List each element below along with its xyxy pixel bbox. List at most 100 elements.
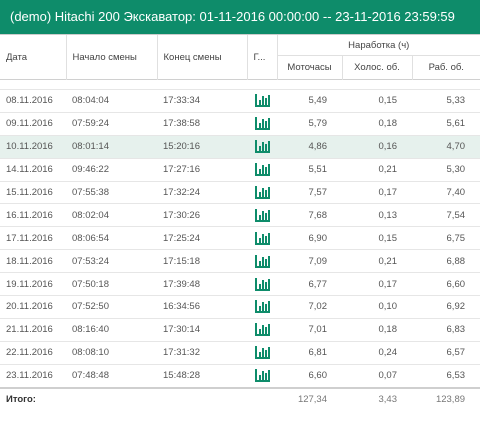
table-row[interactable]: 08.11.2016 08:04:04 17:33:34 5,49 0,15 5,33 (0, 89, 480, 113)
bar-chart-icon[interactable] (254, 369, 270, 383)
cell-date: 18.11.2016 (0, 249, 66, 274)
cell-engine-hours: 5,49 (277, 89, 342, 113)
cell-shift-start: 07:55:38 (66, 180, 157, 205)
cell-engine-hours: 7,57 (277, 180, 342, 205)
cell-date: 14.11.2016 (0, 157, 66, 182)
cell-work: 6,92 (412, 295, 480, 319)
table-row[interactable]: 22.11.2016 08:08:10 17:31:32 6,81 0,24 6,57 (0, 340, 480, 365)
cell-date: 16.11.2016 (0, 203, 66, 228)
cell-shift-start: 09:46:22 (66, 157, 157, 182)
bar-chart-icon[interactable] (254, 163, 270, 177)
cell-shift-end: 17:30:14 (157, 317, 247, 342)
cell-idle: 0,21 (342, 249, 412, 274)
cell-work: 5,33 (412, 89, 480, 113)
bar-chart-icon[interactable] (254, 231, 270, 245)
column-header-chart[interactable]: Г... (247, 35, 278, 80)
bar-chart-icon[interactable] (254, 277, 270, 291)
cell-shift-end: 17:30:26 (157, 203, 247, 228)
table-row[interactable]: 16.11.2016 08:02:04 17:30:26 7,68 0,13 7,54 (0, 203, 480, 228)
table-row[interactable]: 21.11.2016 08:16:40 17:30:14 7,01 0,18 6,83 (0, 317, 480, 342)
cell-chart (247, 134, 277, 159)
table-row[interactable]: 15.11.2016 07:55:38 17:32:24 7,57 0,17 7,40 (0, 180, 480, 205)
table-row[interactable]: 14.11.2016 09:46:22 17:27:16 5,51 0,21 5,30 (0, 157, 480, 182)
table-row[interactable]: 20.11.2016 07:52:50 16:34:56 7,02 0,10 6,92 (0, 295, 480, 319)
bar-chart-icon[interactable] (254, 300, 270, 314)
cell-chart (247, 272, 277, 297)
cell-work: 5,30 (412, 157, 480, 182)
cell-work: 5,61 (412, 111, 480, 136)
cell-work: 7,40 (412, 180, 480, 205)
totals-label: Итого: (0, 386, 277, 411)
cell-chart (247, 111, 277, 136)
report-window: (demo) Hitachi 200 Экскаватор: 01-11-201… (0, 0, 480, 435)
cell-shift-end: 17:33:34 (157, 89, 247, 113)
cell-work: 7,54 (412, 203, 480, 228)
cell-idle: 0,17 (342, 180, 412, 205)
cell-engine-hours: 6,81 (277, 340, 342, 365)
cell-chart (247, 295, 277, 319)
cell-engine-hours: 7,68 (277, 203, 342, 228)
bar-chart-icon[interactable] (254, 254, 270, 268)
bar-chart-icon[interactable] (254, 117, 270, 131)
bar-chart-icon[interactable] (254, 94, 270, 108)
table-row[interactable]: 10.11.2016 08:01:14 15:20:16 4,86 0,16 4,70 (0, 134, 480, 159)
cell-idle: 0,10 (342, 295, 412, 319)
cell-idle: 0,13 (342, 203, 412, 228)
table-row[interactable]: 17.11.2016 08:06:54 17:25:24 6,90 0,15 6,75 (0, 226, 480, 251)
cell-shift-end: 17:31:32 (157, 340, 247, 365)
column-header-idle[interactable]: Холос. об. (342, 55, 413, 80)
table-row[interactable]: 18.11.2016 07:53:24 17:15:18 7,09 0,21 6,88 (0, 249, 480, 274)
cell-chart (247, 180, 277, 205)
cell-idle: 0,17 (342, 272, 412, 297)
cell-engine-hours: 5,79 (277, 111, 342, 136)
cell-shift-end: 17:38:58 (157, 111, 247, 136)
bar-chart-icon[interactable] (254, 186, 270, 199)
cell-engine-hours: 7,01 (277, 317, 342, 342)
cell-shift-end: 15:48:28 (157, 363, 247, 389)
window-title: (demo) Hitachi 200 Экскаватор: 01-11-201… (0, 0, 480, 35)
column-header-date[interactable]: Дата (0, 35, 67, 80)
cell-idle: 0,18 (342, 111, 412, 136)
column-header-shift-start[interactable]: Начало смены (66, 35, 158, 80)
column-header-shift-end[interactable]: Конец смены (157, 35, 248, 80)
cell-shift-start: 08:08:10 (66, 340, 157, 365)
cell-work: 6,57 (412, 340, 480, 365)
cell-engine-hours: 7,09 (277, 249, 342, 274)
cell-idle: 0,24 (342, 340, 412, 365)
bar-chart-icon[interactable] (254, 346, 270, 360)
cell-chart (247, 157, 277, 182)
cell-date: 09.11.2016 (0, 111, 66, 136)
table-row[interactable]: 19.11.2016 07:50:18 17:39:48 6,77 0,17 6,60 (0, 272, 480, 297)
cell-chart (247, 203, 277, 228)
cell-date: 15.11.2016 (0, 180, 66, 205)
column-header-work[interactable]: Раб. об. (412, 55, 480, 80)
cell-engine-hours: 7,02 (277, 295, 342, 319)
bar-chart-icon[interactable] (254, 208, 270, 222)
cell-idle: 0,16 (342, 134, 412, 159)
cell-shift-start: 07:53:24 (66, 249, 157, 274)
cell-idle: 0,07 (342, 363, 412, 389)
table-row[interactable]: 09.11.2016 07:59:24 17:38:58 5,79 0,18 5,61 (0, 111, 480, 136)
cell-shift-end: 17:27:16 (157, 157, 247, 182)
cell-shift-start: 08:02:04 (66, 203, 157, 228)
cell-shift-end: 17:39:48 (157, 272, 247, 297)
cell-shift-end: 17:32:24 (157, 180, 247, 205)
cell-shift-end: 15:20:16 (157, 134, 247, 159)
cell-shift-start: 07:59:24 (66, 111, 157, 136)
cell-engine-hours: 6,90 (277, 226, 342, 251)
total-idle: 3,43 (342, 386, 412, 411)
cell-date: 21.11.2016 (0, 317, 66, 342)
cell-work: 6,75 (412, 226, 480, 251)
column-header-engine-hours[interactable]: Моточасы (277, 55, 343, 80)
bar-chart-icon[interactable] (254, 140, 270, 154)
table-header: Дата Начало смены Конец смены Г... Нараб… (0, 35, 480, 80)
cell-date: 10.11.2016 (0, 134, 66, 159)
cell-date: 08.11.2016 (0, 89, 66, 113)
cell-date: 23.11.2016 (0, 363, 66, 389)
bar-chart-icon[interactable] (254, 323, 270, 337)
cell-work: 4,70 (412, 134, 480, 159)
table-row[interactable]: 23.11.2016 07:48:48 15:48:28 6,60 0,07 6,53 (0, 363, 480, 389)
cell-shift-start: 08:16:40 (66, 317, 157, 342)
cell-idle: 0,21 (342, 157, 412, 182)
column-group-operating-hours: Наработка (ч) (348, 39, 410, 51)
